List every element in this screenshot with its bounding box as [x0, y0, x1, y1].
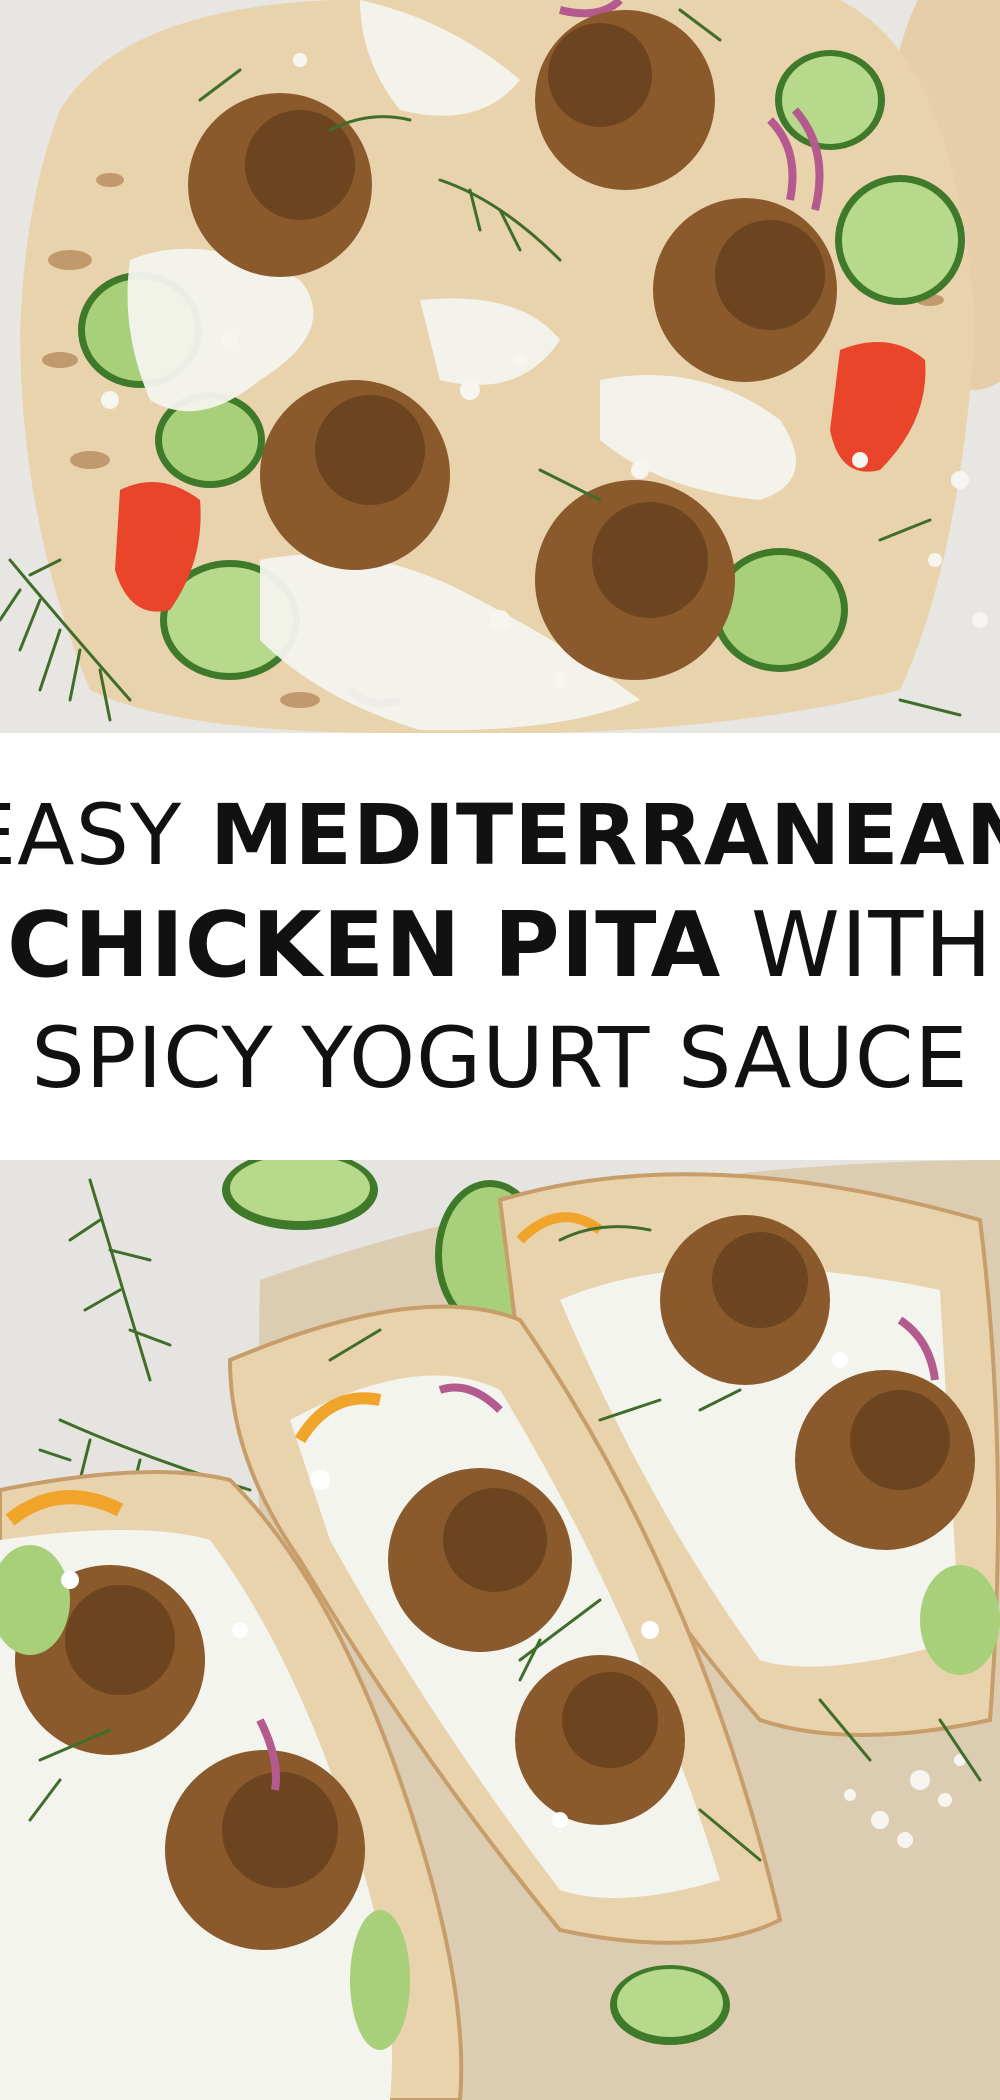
- title-words-chicken-pita: CHICKEN PITA: [6, 893, 722, 999]
- title-word-with: WITH: [750, 893, 994, 999]
- top-food-photo: [0, 0, 1000, 733]
- title-line-1: EASY MEDITERRANEAN: [0, 788, 1000, 882]
- title-banner: EASY MEDITERRANEAN CHICKEN PITA WITH SPI…: [0, 733, 1000, 1160]
- title-word-mediterranean: MEDITERRANEAN: [209, 786, 1000, 885]
- flatbread-meatballs-image: [0, 0, 1000, 733]
- title-words-spicy-yogurt-sauce: SPICY YOGURT SAUCE: [31, 1008, 969, 1107]
- bottom-food-photo: [0, 1160, 1000, 2100]
- title-line-2: CHICKEN PITA WITH: [6, 893, 994, 999]
- stuffed-pitas-image: [0, 1160, 1000, 2100]
- title-line-3: SPICY YOGURT SAUCE: [31, 1011, 968, 1105]
- title-word-easy: EASY: [0, 786, 183, 885]
